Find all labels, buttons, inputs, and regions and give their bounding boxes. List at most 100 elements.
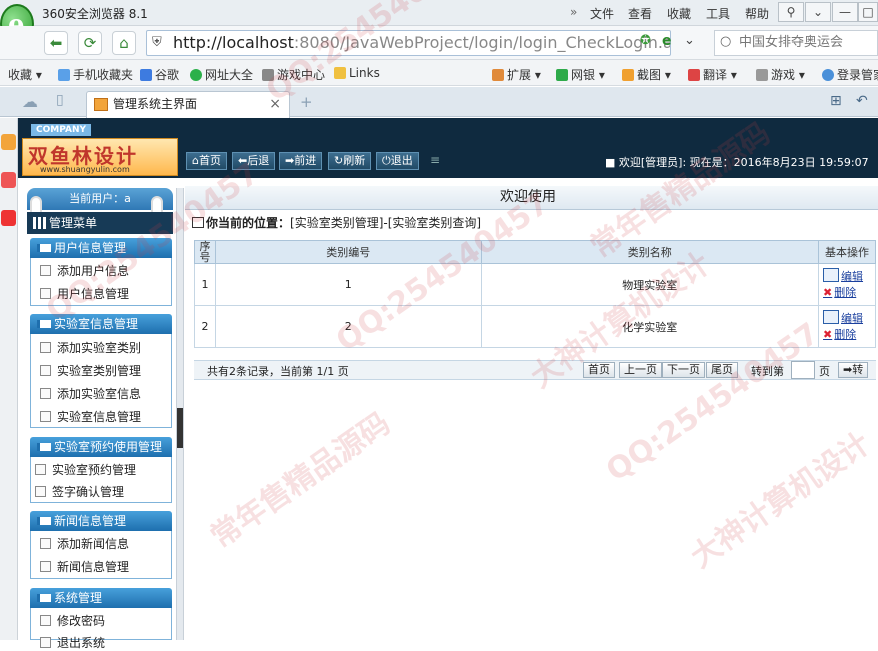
translate-icon <box>688 69 700 81</box>
new-tab-icon[interactable]: + <box>300 93 313 111</box>
menu-favorites[interactable]: 收藏 <box>667 5 691 22</box>
menu-add-news[interactable]: 添加新闻信息 <box>40 535 129 552</box>
minimize-icon[interactable]: — <box>832 2 858 22</box>
menu-tools[interactable]: 工具 <box>706 5 730 22</box>
jump-button[interactable]: ➡转 <box>838 362 869 378</box>
ext-games[interactable]: 游戏 ▾ <box>756 66 805 83</box>
group-lab-booking[interactable]: 实验室预约使用管理 <box>30 437 172 457</box>
ext-extensions[interactable]: 扩展 ▾ <box>492 66 541 83</box>
menu-sign-confirm[interactable]: 签字确认管理 <box>35 483 124 500</box>
first-page-button[interactable]: 首页 <box>583 362 615 378</box>
shirt-skin-icon[interactable]: ⚲ <box>778 2 804 22</box>
bookmark-links[interactable]: Links <box>334 66 380 80</box>
user-icon <box>822 69 834 81</box>
browser-side-strip <box>0 118 18 640</box>
menu-user-manage[interactable]: 用户信息管理 <box>40 285 129 302</box>
collapse-handle-icon[interactable] <box>177 408 183 448</box>
cell-index: 1 <box>194 263 216 306</box>
more-chevron-icon[interactable]: » <box>570 5 577 19</box>
speed-icon[interactable]: ✪ <box>640 33 651 48</box>
cloud-icon[interactable]: ☁ <box>22 92 38 111</box>
bookmark-mobile[interactable]: 手机收藏夹 <box>58 66 133 83</box>
col-index: 序号 <box>194 240 216 264</box>
search-input[interactable]: 中国女排夺奥运会 <box>714 30 878 56</box>
tab-favicon-icon <box>94 98 108 111</box>
nav-logout-button[interactable]: ⏻退出 <box>376 152 419 170</box>
table-row: 2 2 化学实验室 编辑 删除 <box>194 305 876 348</box>
bookmark-favorites[interactable]: 收藏 ▾ <box>8 66 42 83</box>
menu-lab-type-manage[interactable]: 实验室类别管理 <box>40 362 141 379</box>
group-news[interactable]: 新闻信息管理 <box>30 511 172 531</box>
bookmark-games[interactable]: 游戏中心 <box>262 66 325 83</box>
menu-lab-manage[interactable]: 实验室信息管理 <box>40 408 141 425</box>
menu-news-manage[interactable]: 新闻信息管理 <box>40 558 129 575</box>
browser-title: 360安全浏览器 8.1 <box>42 7 148 21</box>
ext-translate[interactable]: 翻译 ▾ <box>688 66 737 83</box>
menu-logout[interactable]: 退出系统 <box>40 634 105 651</box>
maximize-icon[interactable]: □ <box>858 2 878 22</box>
ext-screenshot[interactable]: 截图 ▾ <box>622 66 671 83</box>
address-input[interactable]: http://localhost:8080/JavaWebProject/log… <box>146 30 671 56</box>
menu-view[interactable]: 查看 <box>628 5 652 22</box>
cell-actions: 编辑 删除 <box>818 305 876 348</box>
brand-site: www.shuangyulin.com <box>40 165 130 174</box>
page-icon[interactable]: ▯ <box>56 92 64 108</box>
cell-code: 2 <box>214 305 482 348</box>
menu-change-password[interactable]: 修改密码 <box>40 612 105 629</box>
side-star-icon[interactable] <box>1 134 16 150</box>
scissors-icon <box>622 69 634 81</box>
globe-icon <box>190 69 202 81</box>
side-app-icon[interactable] <box>1 210 16 226</box>
url-dropdown-icon[interactable]: ⌄ <box>684 33 695 48</box>
prev-page-button[interactable]: 上一页 <box>619 362 662 378</box>
google-icon <box>140 69 152 81</box>
shield-check-icon <box>556 69 568 81</box>
table-header-row: 序号 类别编号 类别名称 基本操作 <box>194 240 876 264</box>
ext-login[interactable]: 登录管家 <box>822 66 878 83</box>
menu-add-lab-type[interactable]: 添加实验室类别 <box>40 339 141 356</box>
main-title: 欢迎使用 <box>185 186 878 210</box>
group-user-info[interactable]: 用户信息管理 <box>30 238 172 258</box>
bookmark-sites[interactable]: 网址大全 <box>190 66 253 83</box>
settings-dropdown-icon[interactable]: ⌄ <box>805 2 831 22</box>
menu-grid-icon <box>33 217 46 229</box>
security-shield-icon: ⛨ <box>152 35 162 50</box>
manage-menu-header: 管理菜单 <box>27 212 173 234</box>
col-name: 类别名称 <box>480 240 820 264</box>
back-arrow-icon[interactable]: ⬅ <box>44 31 68 55</box>
nav-refresh-button[interactable]: ↻刷新 <box>328 152 372 170</box>
tab-close-icon[interactable]: × <box>269 92 281 117</box>
edit-link[interactable]: 编辑 <box>823 270 863 283</box>
ext-bank[interactable]: 网银 ▾ <box>556 66 605 83</box>
refresh-icon[interactable]: ⟳ <box>78 31 102 55</box>
nav-forward-button[interactable]: ➡前进 <box>279 152 323 170</box>
side-weibo-icon[interactable] <box>1 172 16 188</box>
jump-page-input[interactable] <box>791 361 815 379</box>
search-icon: ○ <box>720 34 732 49</box>
edit-link[interactable]: 编辑 <box>823 312 863 325</box>
group-system[interactable]: 系统管理 <box>30 588 172 608</box>
tab-list-icon[interactable]: ⊞ <box>830 93 842 109</box>
table-row: 1 1 物理实验室 编辑 删除 <box>194 263 876 306</box>
nav-home-button[interactable]: ⌂首页 <box>186 152 227 170</box>
bookmark-google[interactable]: 谷歌 <box>140 66 179 83</box>
delete-link[interactable]: 删除 <box>823 286 856 299</box>
menu-add-user[interactable]: 添加用户信息 <box>40 262 129 279</box>
group-lab-info[interactable]: 实验室信息管理 <box>30 314 172 334</box>
breadcrumb: 你当前的位置：[实验室类别管理]-[实验室类别查询] <box>192 214 481 231</box>
menu-help[interactable]: 帮助 <box>745 5 769 22</box>
menu-file[interactable]: 文件 <box>590 5 614 22</box>
next-page-button[interactable]: 下一页 <box>662 362 705 378</box>
delete-link[interactable]: 删除 <box>823 328 856 341</box>
menu-add-lab[interactable]: 添加实验室信息 <box>40 385 141 402</box>
home-icon[interactable]: ⌂ <box>112 31 136 55</box>
tab-main[interactable]: 管理系统主界面 × <box>86 91 290 118</box>
nav-back-button[interactable]: ⬅后退 <box>232 152 276 170</box>
menu-booking-manage[interactable]: 实验室预约管理 <box>35 461 136 478</box>
undo-tab-icon[interactable]: ↶ <box>856 93 868 109</box>
last-page-button[interactable]: 尾页 <box>706 362 738 378</box>
location-icon <box>192 217 204 228</box>
lab-type-table: 序号 类别编号 类别名称 基本操作 1 1 物理实验室 编辑 删除 2 2 化学… <box>194 240 876 348</box>
ie-engine-icon[interactable]: e <box>662 33 672 49</box>
folder-icon <box>334 67 346 79</box>
